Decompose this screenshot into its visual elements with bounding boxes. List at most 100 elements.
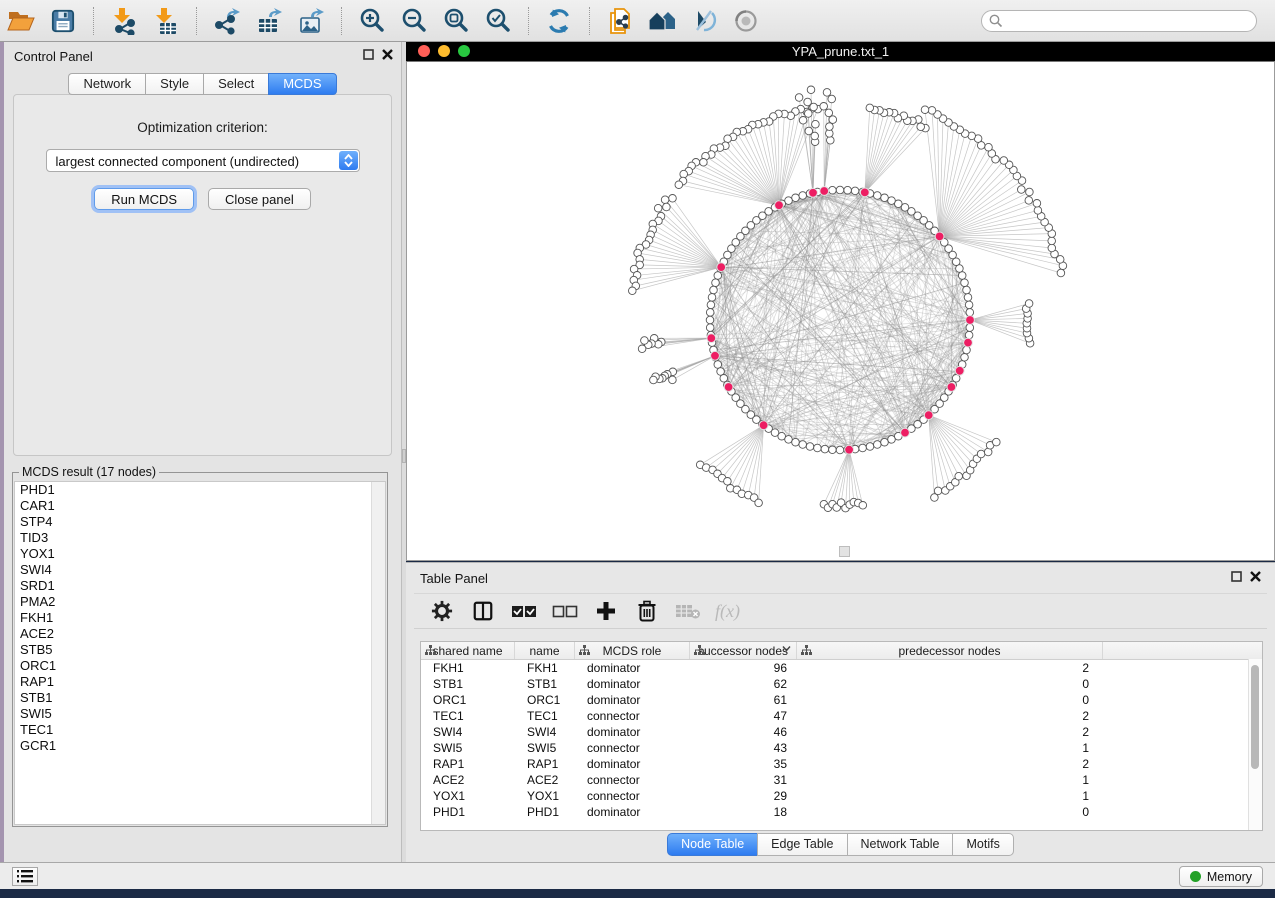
tab-style[interactable]: Style bbox=[145, 73, 203, 95]
checked-boxes-icon bbox=[511, 602, 537, 620]
save-session-button[interactable] bbox=[46, 5, 80, 37]
cell-successor-nodes: 96 bbox=[690, 660, 797, 676]
table-panel-title: Table Panel bbox=[420, 571, 488, 586]
column-header-predecessor-nodes[interactable]: predecessor nodes bbox=[797, 642, 1103, 659]
cell-shared-name: TEC1 bbox=[421, 708, 515, 724]
mcds-node-item[interactable]: YOX1 bbox=[15, 546, 385, 562]
table-row[interactable]: SWI5SWI5connector431 bbox=[421, 740, 1262, 756]
zoom-fit-button[interactable] bbox=[439, 5, 473, 37]
add-column-button[interactable] bbox=[592, 598, 620, 624]
export-table-icon bbox=[255, 7, 283, 35]
table-row[interactable]: YOX1YOX1connector291 bbox=[421, 788, 1262, 804]
tab-network[interactable]: Network bbox=[68, 73, 145, 95]
cell-mcds-role: connector bbox=[575, 708, 690, 724]
mcds-node-item[interactable]: ORC1 bbox=[15, 658, 385, 674]
apply-function-button[interactable]: f(x) bbox=[715, 601, 740, 622]
split-columns-button[interactable] bbox=[469, 598, 497, 624]
column-header-shared-name[interactable]: shared name bbox=[421, 642, 515, 659]
mcds-node-item[interactable]: TID3 bbox=[15, 530, 385, 546]
canvas-scroll-handle[interactable] bbox=[839, 546, 850, 557]
mcds-node-item[interactable]: PMA2 bbox=[15, 594, 385, 610]
mcds-node-item[interactable]: FKH1 bbox=[15, 610, 385, 626]
delete-column-button[interactable] bbox=[633, 598, 661, 624]
refresh-button[interactable] bbox=[542, 5, 576, 37]
houses-icon bbox=[647, 9, 677, 33]
export-image-button[interactable] bbox=[294, 5, 328, 37]
attribute-type-icon bbox=[801, 645, 812, 656]
mcds-node-item[interactable]: GCR1 bbox=[15, 738, 385, 754]
mcds-node-item[interactable]: SWI5 bbox=[15, 706, 385, 722]
zoom-in-button[interactable] bbox=[355, 5, 389, 37]
column-header-MCDS-role[interactable]: MCDS role bbox=[575, 642, 690, 659]
cell-mcds-role: connector bbox=[575, 772, 690, 788]
cell-predecessor-nodes: 0 bbox=[797, 692, 1103, 708]
close-panel-button[interactable]: Close panel bbox=[208, 188, 311, 210]
table-row[interactable]: TEC1TEC1connector472 bbox=[421, 708, 1262, 724]
tab-mcds[interactable]: MCDS bbox=[268, 73, 336, 95]
close-panel-icon[interactable] bbox=[382, 49, 393, 60]
mcds-node-item[interactable]: PHD1 bbox=[15, 482, 385, 498]
tab-node-table[interactable]: Node Table bbox=[667, 833, 757, 856]
zoom-selected-button[interactable] bbox=[481, 5, 515, 37]
attribute-type-icon bbox=[579, 645, 590, 656]
tab-select[interactable]: Select bbox=[203, 73, 268, 95]
table-row[interactable]: ORC1ORC1dominator610 bbox=[421, 692, 1262, 708]
import-table-button[interactable] bbox=[149, 5, 183, 37]
table-settings-button[interactable] bbox=[428, 598, 456, 624]
search-icon bbox=[989, 14, 1003, 28]
list-scrollbar[interactable] bbox=[371, 482, 385, 824]
table-row[interactable]: SWI4SWI4dominator462 bbox=[421, 724, 1262, 740]
mcds-node-item[interactable]: ACE2 bbox=[15, 626, 385, 642]
cell-predecessor-nodes: 0 bbox=[797, 676, 1103, 692]
column-header-name[interactable]: name bbox=[515, 642, 575, 659]
dropdown-stepper-icon bbox=[339, 151, 358, 170]
navigator-home-button[interactable] bbox=[645, 5, 679, 37]
mcds-node-item[interactable]: STB5 bbox=[15, 642, 385, 658]
memory-button[interactable]: Memory bbox=[1179, 866, 1263, 887]
table-row[interactable]: FKH1FKH1dominator962 bbox=[421, 660, 1262, 676]
mcds-node-item[interactable]: SWI4 bbox=[15, 562, 385, 578]
table-row[interactable]: RAP1RAP1dominator352 bbox=[421, 756, 1262, 772]
cell-mcds-role: connector bbox=[575, 788, 690, 804]
mcds-node-item[interactable]: STB1 bbox=[15, 690, 385, 706]
tab-edge-table[interactable]: Edge Table bbox=[757, 833, 846, 856]
float-panel-icon[interactable] bbox=[1231, 571, 1242, 582]
select-all-columns-button[interactable] bbox=[510, 598, 538, 624]
table-row[interactable]: STB1STB1dominator620 bbox=[421, 676, 1262, 692]
zoom-out-button[interactable] bbox=[397, 5, 431, 37]
status-bar: Memory bbox=[0, 862, 1275, 889]
table-row[interactable]: ACE2ACE2connector311 bbox=[421, 772, 1262, 788]
eye-button-disabled[interactable] bbox=[729, 5, 763, 37]
export-table-button[interactable] bbox=[252, 5, 286, 37]
export-network-button[interactable] bbox=[210, 5, 244, 37]
clone-network-button[interactable] bbox=[603, 5, 637, 37]
mcds-node-item[interactable]: TEC1 bbox=[15, 722, 385, 738]
table-scrollbar-thumb[interactable] bbox=[1251, 665, 1259, 769]
import-network-button[interactable] bbox=[107, 5, 141, 37]
float-panel-icon[interactable] bbox=[363, 49, 374, 60]
zoom-out-icon bbox=[400, 7, 428, 35]
graphics-details-button[interactable] bbox=[687, 5, 721, 37]
tab-network-table[interactable]: Network Table bbox=[847, 833, 953, 856]
run-mcds-button[interactable]: Run MCDS bbox=[94, 188, 194, 210]
table-row[interactable]: PHD1PHD1dominator180 bbox=[421, 804, 1262, 820]
network-canvas[interactable] bbox=[406, 61, 1275, 561]
delete-table-button-disabled[interactable] bbox=[674, 598, 702, 624]
tab-motifs[interactable]: Motifs bbox=[952, 833, 1013, 856]
mcds-node-item[interactable]: STP4 bbox=[15, 514, 385, 530]
mcds-node-item[interactable]: RAP1 bbox=[15, 674, 385, 690]
search-input[interactable] bbox=[981, 10, 1257, 32]
mcds-node-item[interactable]: SRD1 bbox=[15, 578, 385, 594]
deselect-all-columns-button[interactable] bbox=[551, 598, 579, 624]
column-header-successor-nodes[interactable]: successor nodes bbox=[690, 642, 797, 659]
cell-predecessor-nodes: 2 bbox=[797, 660, 1103, 676]
table-scrollbar[interactable] bbox=[1248, 659, 1262, 830]
cell-successor-nodes: 29 bbox=[690, 788, 797, 804]
criterion-dropdown[interactable]: largest connected component (undirected) bbox=[46, 149, 360, 172]
close-panel-icon[interactable] bbox=[1250, 571, 1261, 582]
network-titlebar[interactable]: YPA_prune.txt_1 bbox=[406, 41, 1275, 61]
open-file-button[interactable] bbox=[4, 5, 38, 37]
mcds-node-item[interactable]: CAR1 bbox=[15, 498, 385, 514]
task-history-button[interactable] bbox=[12, 867, 38, 886]
attribute-type-icon bbox=[694, 645, 705, 656]
